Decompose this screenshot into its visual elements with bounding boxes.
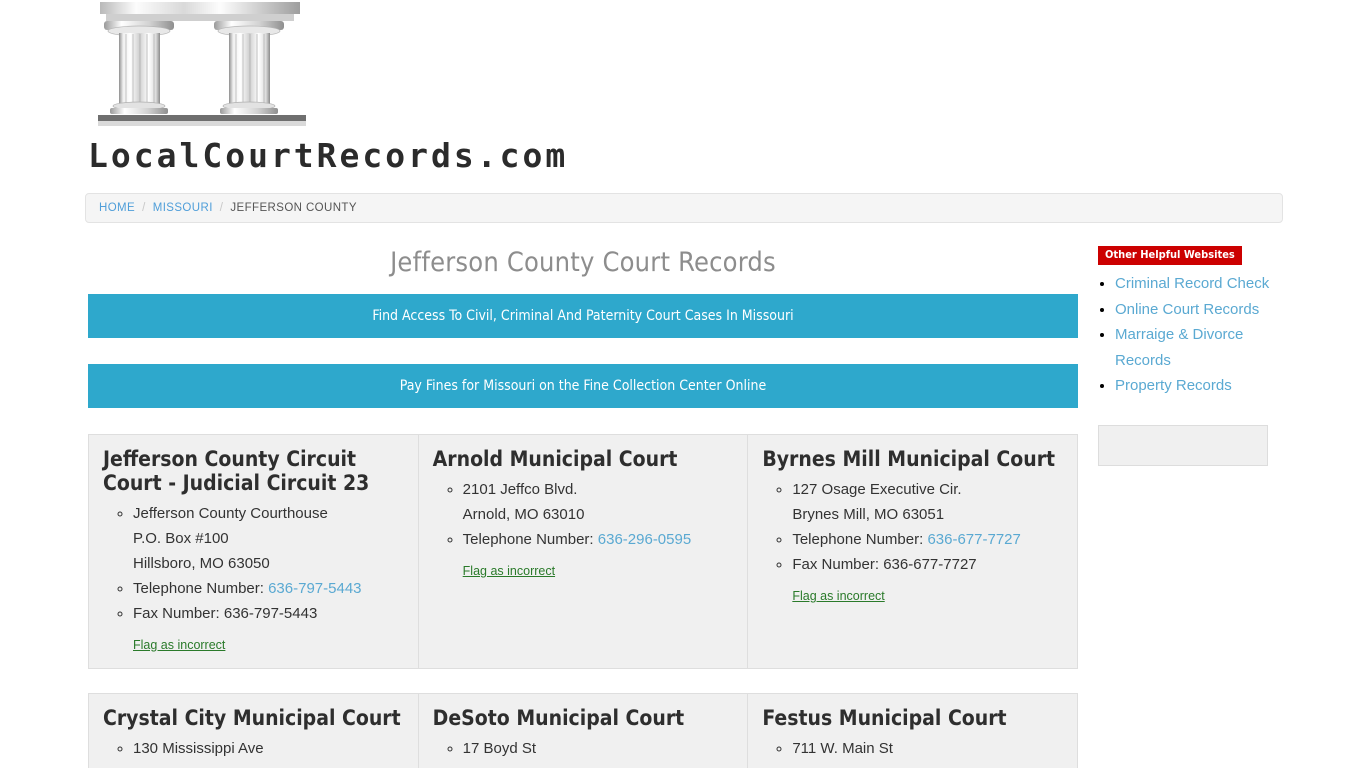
main-column: Jefferson County Court Records Find Acce… <box>88 235 1078 768</box>
court-card: Jefferson County Circuit Court - Judicia… <box>89 435 419 668</box>
address-line: Jefferson County Courthouse <box>133 505 328 522</box>
flag-as-incorrect-link[interactable]: Flag as incorrect <box>133 638 225 652</box>
court-card: DeSoto Municipal Court 17 Boyd St <box>418 694 749 768</box>
sidebar-list-item: Online Court Records <box>1115 297 1278 323</box>
fax-label: Fax Number: <box>792 556 880 573</box>
court-fax: Fax Number: 636-797-5443 <box>133 601 404 626</box>
court-card: Crystal City Municipal Court 130 Mississ… <box>89 694 419 768</box>
flag-as-incorrect-link[interactable]: Flag as incorrect <box>463 564 555 578</box>
sidebar-list-item: Criminal Record Check <box>1115 271 1278 297</box>
sidebar-list-item: Property Records <box>1115 373 1278 399</box>
court-card: Arnold Municipal Court 2101 Jeffco Blvd.… <box>418 435 749 668</box>
greek-columns-logo-icon <box>98 2 306 126</box>
banner-find-access[interactable]: Find Access To Civil, Criminal And Pater… <box>88 294 1078 338</box>
telephone-link[interactable]: 636-296-0595 <box>598 531 691 548</box>
court-card-title: Festus Municipal Court <box>762 706 1007 730</box>
sidebar-badge-other-helpful-websites: Other Helpful Websites <box>1098 246 1242 265</box>
court-card-details: 127 Osage Executive Cir. Brynes Mill, MO… <box>762 477 1063 577</box>
court-card-details: 711 W. Main St <box>762 736 1063 761</box>
court-telephone: Telephone Number: 636-797-5443 <box>133 576 404 601</box>
banner-pay-fines[interactable]: Pay Fines for Missouri on the Fine Colle… <box>88 364 1078 408</box>
breadcrumb-separator: / <box>219 202 224 214</box>
site-logo[interactable]: LocalCourtRecords.com <box>88 0 569 175</box>
fax-label: Fax Number: <box>133 605 220 622</box>
sidebar-ad-placeholder[interactable] <box>1098 424 1268 466</box>
page-root: LocalCourtRecords.com HOME / MISSOURI / … <box>0 0 1366 768</box>
page-title: Jefferson County Court Records <box>390 247 776 278</box>
court-card-title: DeSoto Municipal Court <box>432 706 685 730</box>
court-telephone: Telephone Number: 636-296-0595 <box>463 527 734 552</box>
address-line: 2101 Jeffco Blvd. <box>462 481 578 498</box>
court-address: 130 Mississippi Ave <box>133 736 404 761</box>
flag-as-incorrect-link[interactable]: Flag as incorrect <box>792 589 884 603</box>
court-card-title: Crystal City Municipal Court <box>103 706 401 730</box>
address-line: 711 W. Main St <box>792 740 893 757</box>
court-card-title: Jefferson County Circuit Court - Judicia… <box>103 447 370 495</box>
address-line: Brynes Mill, MO 63051 <box>792 506 945 523</box>
fax-value: 636-797-5443 <box>223 605 318 622</box>
site-logo-text: LocalCourtRecords.com <box>88 136 569 175</box>
court-fax: Fax Number: 636-677-7727 <box>792 552 1063 577</box>
court-card-details: 130 Mississippi Ave <box>103 736 404 761</box>
fax-value: 636-677-7727 <box>883 556 977 573</box>
telephone-label: Telephone Number: <box>792 531 924 548</box>
court-card-row: Crystal City Municipal Court 130 Mississ… <box>88 693 1078 768</box>
address-line: P.O. Box #100 <box>133 530 229 547</box>
court-telephone: Telephone Number: 636-677-7727 <box>792 527 1063 552</box>
court-address: 127 Osage Executive Cir. Brynes Mill, MO… <box>792 477 1063 527</box>
court-card-title: Arnold Municipal Court <box>432 447 678 471</box>
sidebar-list-item: Marraige & Divorce Records <box>1115 322 1278 373</box>
court-card-details: 2101 Jeffco Blvd. Arnold, MO 63010 Telep… <box>433 477 734 552</box>
breadcrumb: HOME / MISSOURI / JEFFERSON COUNTY <box>85 193 1283 223</box>
sidebar-link-marriage-divorce-records[interactable]: Marraige & Divorce Records <box>1115 326 1243 369</box>
telephone-label: Telephone Number: <box>462 531 594 548</box>
address-line: 130 Mississippi Ave <box>133 740 264 757</box>
court-address: 711 W. Main St <box>792 736 1063 761</box>
breadcrumb-item-home[interactable]: HOME <box>99 202 135 214</box>
court-card-details: Jefferson County Courthouse P.O. Box #10… <box>103 501 404 626</box>
telephone-label: Telephone Number: <box>133 580 264 597</box>
sidebar: Other Helpful Websites Criminal Record C… <box>1098 245 1278 466</box>
address-line: 17 Boyd St <box>462 740 537 757</box>
sidebar-link-property-records[interactable]: Property Records <box>1115 377 1232 394</box>
address-line: 127 Osage Executive Cir. <box>792 481 962 498</box>
telephone-link[interactable]: 636-797-5443 <box>268 580 361 597</box>
court-card-row: Jefferson County Circuit Court - Judicia… <box>88 434 1078 669</box>
court-card-details: 17 Boyd St <box>433 736 734 761</box>
sidebar-link-list: Criminal Record Check Online Court Recor… <box>1098 271 1278 399</box>
court-card-title: Byrnes Mill Municipal Court <box>762 447 1056 471</box>
sidebar-link-criminal-record-check[interactable]: Criminal Record Check <box>1115 275 1269 292</box>
court-card: Byrnes Mill Municipal Court 127 Osage Ex… <box>748 435 1078 668</box>
breadcrumb-item-current: JEFFERSON COUNTY <box>230 202 357 214</box>
court-address: Jefferson County Courthouse P.O. Box #10… <box>133 501 404 576</box>
breadcrumb-separator: / <box>142 202 146 214</box>
breadcrumb-item-missouri[interactable]: MISSOURI <box>153 202 213 214</box>
court-address: 17 Boyd St <box>463 736 734 761</box>
court-card: Festus Municipal Court 711 W. Main St <box>748 694 1078 768</box>
address-line: Arnold, MO 63010 <box>462 506 585 523</box>
site-header: LocalCourtRecords.com <box>0 0 1366 175</box>
address-line: Hillsboro, MO 63050 <box>133 555 270 572</box>
telephone-link[interactable]: 636-677-7727 <box>927 531 1020 548</box>
court-address: 2101 Jeffco Blvd. Arnold, MO 63010 <box>463 477 734 527</box>
sidebar-link-online-court-records[interactable]: Online Court Records <box>1115 301 1259 318</box>
